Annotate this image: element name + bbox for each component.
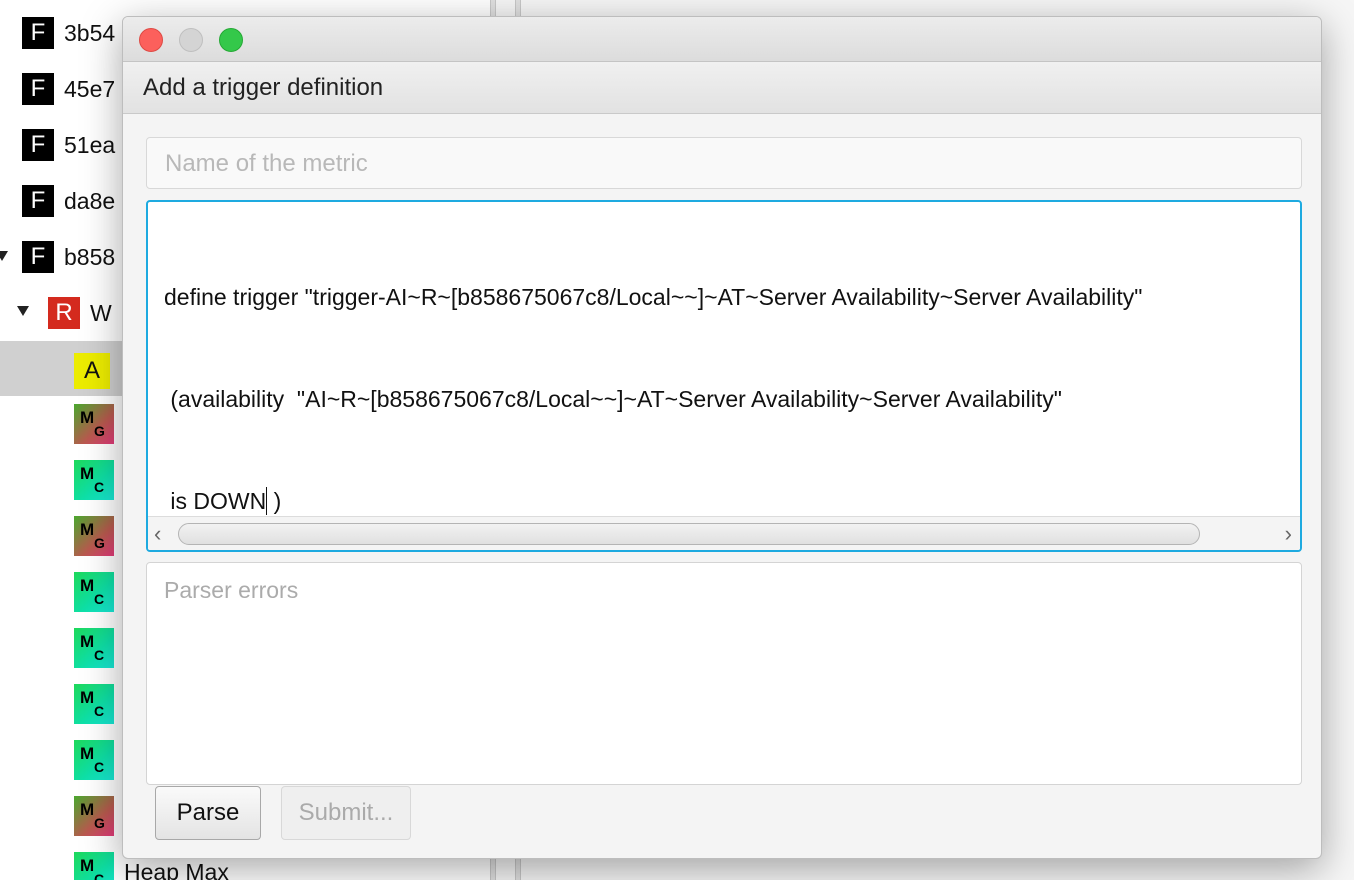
resource-badge-icon: R <box>48 297 80 329</box>
tree-item[interactable]: F 45e7 <box>22 64 115 114</box>
tree-item-label: 3b54 <box>64 19 116 46</box>
folder-badge-icon: F <box>22 129 54 161</box>
tree-item[interactable]: MC <box>74 623 114 673</box>
folder-badge-icon: F <box>22 73 54 105</box>
maximize-window-button[interactable] <box>219 28 243 52</box>
metric-gauge-icon: MG <box>74 796 114 836</box>
tree-item[interactable]: MG <box>74 399 114 449</box>
scrollbar-thumb[interactable] <box>178 523 1200 545</box>
tree-item[interactable]: MC <box>74 455 114 505</box>
submit-button[interactable]: Submit... <box>281 786 411 840</box>
metric-counter-icon: MC <box>74 740 114 780</box>
metric-counter-icon: MC <box>74 572 114 612</box>
tree-item[interactable]: F da8e <box>22 176 115 226</box>
metric-gauge-icon: MG <box>74 404 114 444</box>
tree-item-label: 45e7 <box>64 75 116 102</box>
parse-button[interactable]: Parse <box>155 786 261 840</box>
trigger-definition-editor[interactable]: define trigger "trigger-AI~R~[b858675067… <box>146 200 1302 552</box>
expand-disclosure-icon[interactable] <box>17 306 29 316</box>
folder-badge-icon: F <box>22 17 54 49</box>
scroll-right-icon[interactable]: › <box>1285 521 1292 547</box>
metric-counter-icon: MC <box>74 460 114 500</box>
parser-errors-area[interactable]: Parser errors <box>146 562 1302 785</box>
code-line: define trigger "trigger-AI~R~[b858675067… <box>164 284 1143 310</box>
folder-badge-icon: F <box>22 185 54 217</box>
metric-name-input[interactable]: Name of the metric <box>146 137 1302 189</box>
window-titlebar[interactable] <box>123 17 1321 62</box>
metric-name-placeholder: Name of the metric <box>165 150 368 177</box>
close-window-button[interactable] <box>139 28 163 52</box>
tree-item-label: b858 <box>64 243 116 270</box>
tree-item[interactable]: MC <box>74 679 114 729</box>
dialog-title: Add a trigger definition <box>143 73 384 101</box>
tree-item[interactable]: MG <box>74 511 114 561</box>
tree-item[interactable]: A <box>74 346 110 396</box>
code-line: (availability "AI~R~[b858675067c8/Local~… <box>164 386 1062 412</box>
selected-row-highlight <box>0 341 130 396</box>
folder-badge-icon: F <box>22 241 54 273</box>
tree-item[interactable]: F 3b54 <box>22 8 115 58</box>
code-text[interactable]: define trigger "trigger-AI~R~[b858675067… <box>164 212 1300 550</box>
trigger-dialog: Add a trigger definition Name of the met… <box>122 16 1322 859</box>
horizontal-scrollbar[interactable]: ‹ › <box>148 516 1300 550</box>
parser-errors-placeholder: Parser errors <box>164 577 299 603</box>
tree-item-label: W <box>90 299 112 326</box>
dialog-header: Add a trigger definition <box>123 62 1321 114</box>
metric-gauge-icon: MG <box>74 516 114 556</box>
tree-item[interactable]: F 51ea <box>22 120 115 170</box>
tree-item[interactable]: R W <box>48 288 112 338</box>
availability-badge-icon: A <box>74 353 110 389</box>
code-line: is DOWN ) <box>164 487 282 515</box>
expand-disclosure-icon[interactable] <box>0 251 8 261</box>
tree-item[interactable]: F b858 <box>22 232 115 282</box>
tree-item[interactable]: MG <box>74 791 114 841</box>
minimize-window-button[interactable] <box>179 28 203 52</box>
tree-item-label: 51ea <box>64 131 116 158</box>
tree-item-label: Heap Max <box>124 858 229 880</box>
metric-counter-icon: MC <box>74 852 114 880</box>
metric-counter-icon: MC <box>74 628 114 668</box>
tree-item[interactable]: MC <box>74 567 114 617</box>
tree-item-label: da8e <box>64 187 116 214</box>
tree-item[interactable]: MC <box>74 735 114 785</box>
scroll-left-icon[interactable]: ‹ <box>154 521 161 547</box>
metric-counter-icon: MC <box>74 684 114 724</box>
